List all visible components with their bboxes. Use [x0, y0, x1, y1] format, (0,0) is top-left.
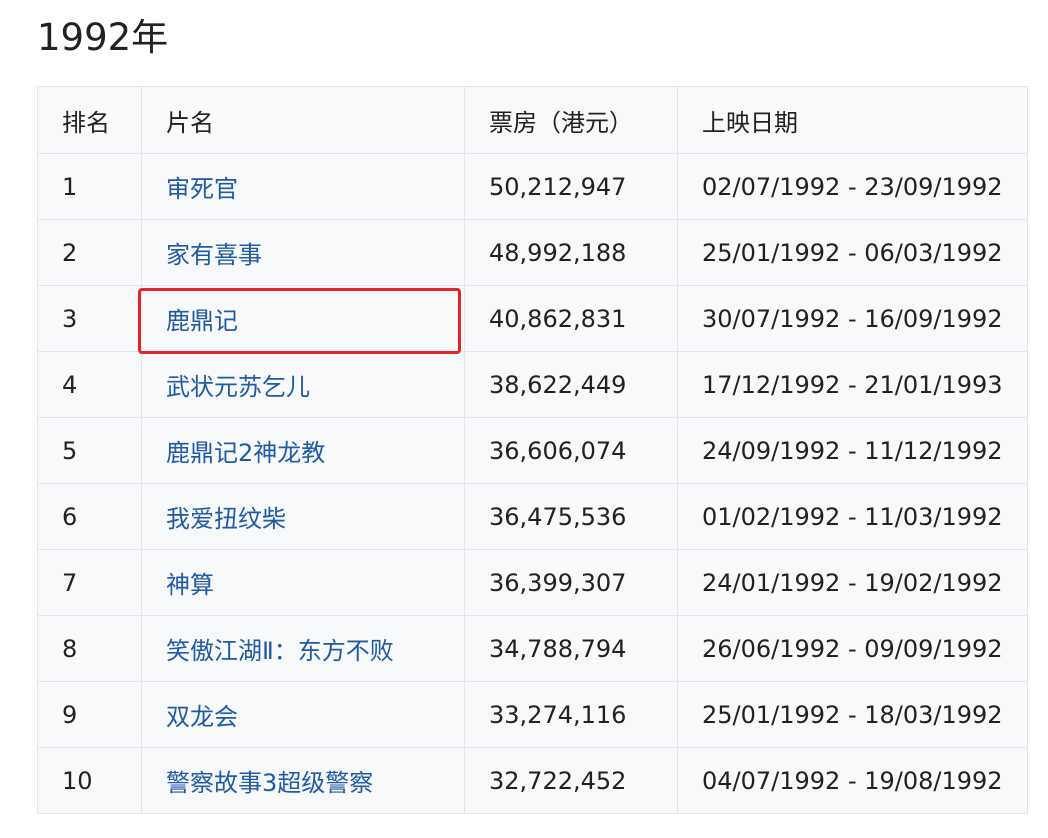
- gross-cell: 36,606,074: [464, 417, 678, 484]
- release-date-cell: 30/07/1992 - 16/09/1992: [677, 285, 1028, 352]
- gross-cell: 36,475,536: [464, 483, 678, 550]
- table-row: 4 武状元苏乞儿 38,622,449 17/12/1992 - 21/01/1…: [37, 351, 1028, 418]
- gross-cell: 32,722,452: [464, 747, 678, 814]
- header-release-date: 上映日期: [677, 86, 1028, 154]
- table-row: 6 我爱扭纹柴 36,475,536 01/02/1992 - 11/03/19…: [37, 483, 1028, 550]
- rank-cell: 2: [37, 219, 142, 286]
- gross-cell: 36,399,307: [464, 549, 678, 616]
- table-row: 1 审死官 50,212,947 02/07/1992 - 23/09/1992: [37, 153, 1028, 220]
- film-title-link[interactable]: 鹿鼎记2神龙教: [166, 439, 325, 467]
- table-row: 10 警察故事3超级警察 32,722,452 04/07/1992 - 19/…: [37, 747, 1028, 814]
- page-title: 1992年: [37, 16, 169, 59]
- release-date-cell: 01/02/1992 - 11/03/1992: [677, 483, 1028, 550]
- film-title-link[interactable]: 武状元苏乞儿: [166, 373, 310, 401]
- film-title-link[interactable]: 鹿鼎记: [166, 307, 238, 335]
- table-row: 7 神算 36,399,307 24/01/1992 - 19/02/1992: [37, 549, 1028, 616]
- gross-cell: 33,274,116: [464, 681, 678, 748]
- film-title-link[interactable]: 我爱扭纹柴: [166, 505, 286, 533]
- rank-cell: 4: [37, 351, 142, 418]
- release-date-cell: 24/09/1992 - 11/12/1992: [677, 417, 1028, 484]
- gross-cell: 40,862,831: [464, 285, 678, 352]
- rank-cell: 5: [37, 417, 142, 484]
- table-row: 5 鹿鼎记2神龙教 36,606,074 24/09/1992 - 11/12/…: [37, 417, 1028, 484]
- gross-cell: 48,992,188: [464, 219, 678, 286]
- table-header-row: 排名 片名 票房（港元） 上映日期: [37, 86, 1028, 154]
- rank-cell: 7: [37, 549, 142, 616]
- box-office-table: 排名 片名 票房（港元） 上映日期 1 审死官 50,212,947 02/07…: [37, 86, 1028, 814]
- header-gross: 票房（港元）: [464, 86, 678, 154]
- rank-cell: 9: [37, 681, 142, 748]
- film-title-link[interactable]: 双龙会: [166, 703, 238, 731]
- gross-cell: 50,212,947: [464, 153, 678, 220]
- gross-cell: 34,788,794: [464, 615, 678, 682]
- rank-cell: 1: [37, 153, 142, 220]
- film-title-link[interactable]: 家有喜事: [166, 241, 262, 269]
- rank-cell: 8: [37, 615, 142, 682]
- film-title-link[interactable]: 审死官: [166, 175, 238, 203]
- box-office-table-container: 排名 片名 票房（港元） 上映日期 1 审死官 50,212,947 02/07…: [37, 86, 1028, 814]
- table-row: 8 笑傲江湖Ⅱ：东方不败 34,788,794 26/06/1992 - 09/…: [37, 615, 1028, 682]
- table-row: 3 鹿鼎记 40,862,831 30/07/1992 - 16/09/1992: [37, 285, 1028, 352]
- release-date-cell: 25/01/1992 - 06/03/1992: [677, 219, 1028, 286]
- release-date-cell: 25/01/1992 - 18/03/1992: [677, 681, 1028, 748]
- rank-cell: 6: [37, 483, 142, 550]
- release-date-cell: 24/01/1992 - 19/02/1992: [677, 549, 1028, 616]
- film-title-link[interactable]: 笑傲江湖Ⅱ：东方不败: [166, 637, 394, 665]
- rank-cell: 3: [37, 285, 142, 352]
- release-date-cell: 02/07/1992 - 23/09/1992: [677, 153, 1028, 220]
- film-title-link[interactable]: 警察故事3超级警察: [166, 769, 373, 797]
- release-date-cell: 17/12/1992 - 21/01/1993: [677, 351, 1028, 418]
- header-title: 片名: [141, 86, 465, 154]
- header-rank: 排名: [37, 86, 142, 154]
- table-row: 2 家有喜事 48,992,188 25/01/1992 - 06/03/199…: [37, 219, 1028, 286]
- gross-cell: 38,622,449: [464, 351, 678, 418]
- release-date-cell: 04/07/1992 - 19/08/1992: [677, 747, 1028, 814]
- film-title-link[interactable]: 神算: [166, 571, 214, 599]
- table-row: 9 双龙会 33,274,116 25/01/1992 - 18/03/1992: [37, 681, 1028, 748]
- release-date-cell: 26/06/1992 - 09/09/1992: [677, 615, 1028, 682]
- rank-cell: 10: [37, 747, 142, 814]
